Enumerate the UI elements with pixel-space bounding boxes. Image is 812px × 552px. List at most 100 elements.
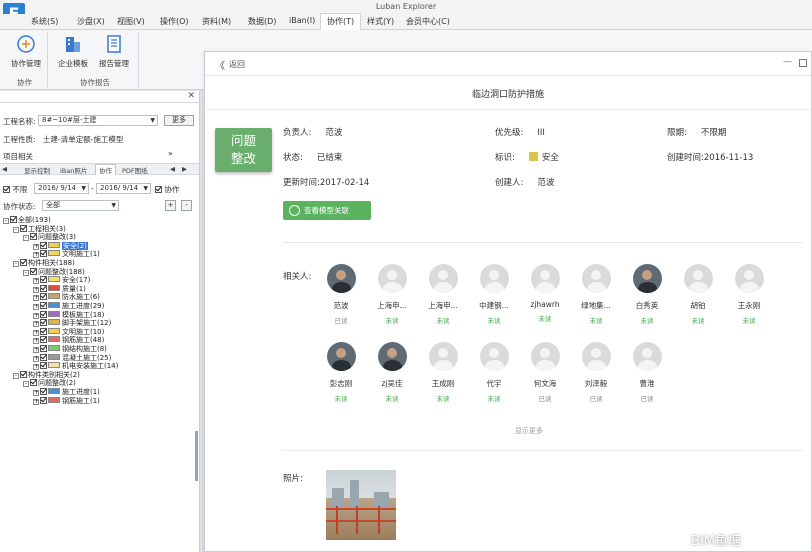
expand-icon[interactable]: + (33, 329, 39, 336)
person-card[interactable]: 代宇 未读 (469, 342, 519, 403)
expand-all-button[interactable]: + (165, 200, 176, 211)
checkbox-icon[interactable] (40, 396, 47, 404)
person-card[interactable]: 胡铂 未读 (673, 264, 723, 325)
date-to-picker[interactable]: 2016/ 9/14 ▼ (96, 183, 151, 194)
tab-scroll-left-icon[interactable]: ◀ (2, 165, 7, 173)
menu-item[interactable]: 沙盘(X) (77, 16, 105, 27)
back-icon[interactable]: 《 (215, 57, 225, 72)
show-more-link[interactable]: 显示更多 (515, 426, 543, 436)
expand-icon[interactable]: + (33, 278, 39, 285)
collapse-icon[interactable]: - (23, 235, 29, 242)
person-card[interactable]: 曹淮 已读 (622, 342, 672, 403)
checkbox-icon[interactable] (40, 336, 47, 344)
tab-iban-photos[interactable]: iBan照片 (60, 165, 87, 175)
back-button[interactable]: 返回 (229, 59, 245, 70)
person-card[interactable]: 上海申... 未读 (418, 264, 468, 325)
person-card[interactable]: 彭志刚 未读 (316, 342, 366, 403)
checkbox-icon[interactable] (40, 345, 47, 352)
view-model-link-button[interactable]: 查看模型关联 (283, 201, 371, 220)
checkbox-icon[interactable] (40, 284, 47, 292)
collapse-icon[interactable]: - (13, 261, 19, 267)
checkbox-icon[interactable] (40, 310, 47, 318)
collapse-icon[interactable]: - (13, 372, 19, 379)
collaboration-manage-button[interactable]: 协作管理 (6, 34, 46, 69)
maximize-icon[interactable] (799, 59, 807, 67)
menu-item[interactable]: 系统(S) (31, 16, 58, 27)
person-card[interactable]: 中建钢... 未读 (469, 264, 519, 325)
person-card[interactable]: zjhawrh 未读 (520, 264, 570, 323)
collapse-icon[interactable]: - (13, 226, 19, 233)
checkbox-icon[interactable] (40, 302, 47, 309)
site-photo-thumbnail[interactable] (326, 470, 396, 540)
person-card[interactable]: 范波 已读 (316, 264, 366, 325)
tab-scroll-next-icon[interactable]: ▶ (182, 165, 187, 173)
collapse-icon[interactable]: - (3, 218, 9, 224)
checkbox-icon[interactable] (40, 319, 47, 327)
more-button[interactable]: 更多 (164, 115, 194, 126)
menu-item[interactable]: 操作(O) (160, 16, 189, 27)
checkbox-icon[interactable] (40, 293, 47, 301)
expand-icon[interactable]: + (33, 338, 39, 345)
menu-item[interactable]: 样式(Y) (367, 16, 394, 27)
collab-status-select[interactable]: 全部 ▼ (42, 200, 119, 211)
checkbox-icon[interactable] (30, 379, 37, 387)
menu-item[interactable]: 视图(V) (117, 16, 145, 27)
checkbox-icon[interactable] (40, 388, 47, 395)
report-manage-button[interactable]: 报告管理 (94, 34, 134, 69)
person-card[interactable]: 刘泽毅 已读 (571, 342, 621, 403)
scrollbar-thumb[interactable] (195, 431, 198, 481)
expand-icon[interactable]: + (33, 243, 39, 250)
chevron-double-down-icon[interactable]: » (168, 149, 173, 158)
menu-item[interactable]: 会员中心(C) (406, 16, 450, 27)
person-card[interactable]: 王成刚 未读 (418, 342, 468, 403)
checkbox-icon[interactable] (40, 362, 47, 370)
checkbox-icon[interactable] (40, 241, 47, 249)
checkbox-icon[interactable] (20, 224, 27, 232)
person-card[interactable]: 何文海 已读 (520, 342, 570, 403)
menu-item[interactable]: 协作(T) (320, 13, 362, 30)
expand-icon[interactable]: + (33, 286, 39, 293)
expand-icon[interactable]: + (33, 252, 39, 259)
expand-icon[interactable]: + (33, 398, 39, 405)
checkbox-icon[interactable] (40, 250, 47, 258)
enterprise-template-button[interactable]: 企业模板 (53, 34, 93, 69)
tab-collaboration[interactable]: 协作 (95, 164, 116, 175)
collapse-all-button[interactable]: - (181, 200, 192, 211)
checkbox-icon[interactable] (20, 259, 27, 266)
expand-icon[interactable]: + (33, 312, 39, 319)
checkbox-icon[interactable] (20, 370, 27, 378)
expand-icon[interactable]: + (33, 355, 39, 362)
person-card[interactable]: 王永刚 未读 (724, 264, 774, 325)
tree-node[interactable]: + 钢筋施工(1) (33, 396, 100, 406)
collapse-icon[interactable]: - (23, 381, 29, 388)
close-icon[interactable]: ✕ (187, 91, 195, 101)
checkbox-icon[interactable] (30, 233, 37, 241)
checkbox-icon[interactable] (30, 267, 37, 275)
project-name-select[interactable]: 8#~10#层-土建 ▼ (38, 115, 158, 126)
checkbox-icon[interactable] (10, 216, 17, 223)
person-card[interactable]: 绿地集... 未读 (571, 264, 621, 325)
menu-item[interactable]: 数据(D) (248, 16, 276, 27)
expand-icon[interactable]: + (33, 364, 39, 371)
minimize-icon[interactable]: — (783, 57, 792, 67)
date-from-picker[interactable]: 2016/ 9/14 ▼ (34, 183, 89, 194)
person-card[interactable]: zj吴佳 未读 (367, 342, 417, 403)
collapse-icon[interactable]: - (23, 269, 29, 276)
expand-icon[interactable]: + (33, 347, 39, 353)
collab-checkbox[interactable]: 协作 (155, 184, 179, 195)
menu-item[interactable]: 资料(M) (202, 16, 231, 27)
expand-icon[interactable]: + (33, 390, 39, 396)
checkbox-icon[interactable] (40, 353, 47, 361)
person-card[interactable]: 白秀英 未读 (622, 264, 672, 325)
expand-icon[interactable]: + (33, 321, 39, 328)
expand-icon[interactable]: + (33, 295, 39, 302)
unlimited-date-checkbox[interactable]: 不限 (3, 184, 27, 195)
expand-icon[interactable]: + (33, 304, 39, 310)
checkbox-icon[interactable] (40, 276, 47, 284)
tab-pdf-drawings[interactable]: PDF图纸 (122, 165, 148, 175)
person-card[interactable]: 上海申... 未读 (367, 264, 417, 325)
tab-scroll-prev-icon[interactable]: ◀ (170, 165, 175, 173)
checkbox-icon[interactable] (40, 327, 47, 335)
menu-item[interactable]: iBan(I) (289, 16, 315, 25)
tab-display-control[interactable]: 显示控制 (24, 165, 50, 175)
